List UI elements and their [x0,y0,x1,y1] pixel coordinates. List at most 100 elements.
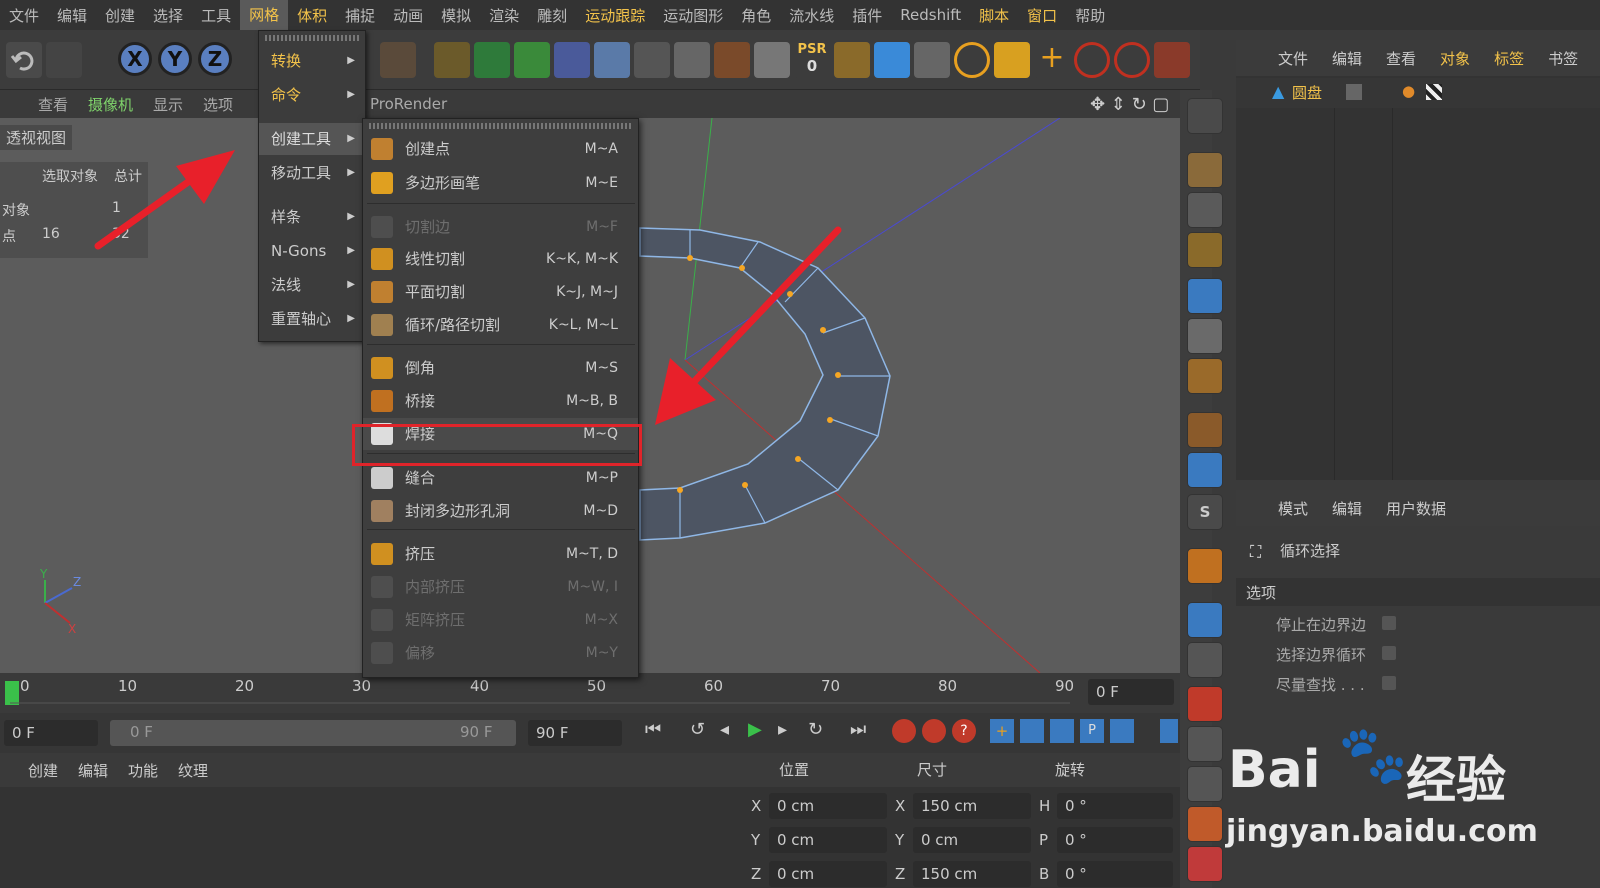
create-tool-item-2[interactable]: 切割边 M~F [363,211,638,243]
menu-14[interactable]: 角色 [732,5,780,26]
option-stop-at-boundary-checkbox[interactable] [1382,616,1396,630]
workplane-icon[interactable] [754,42,790,78]
deformer-icon[interactable] [554,42,590,78]
light-icon[interactable] [674,42,710,78]
key-scale-icon[interactable] [1020,719,1044,743]
menu-17[interactable]: Redshift [891,6,970,24]
texture-mode-icon[interactable] [1187,192,1223,228]
grid-lock-icon[interactable] [1187,602,1223,638]
floor-icon[interactable] [594,42,630,78]
create-tool-item-1[interactable]: 多边形画笔 M~E [363,167,638,199]
render-region-icon[interactable] [1187,686,1223,722]
points-mode-icon[interactable] [1187,278,1223,314]
create-tool-item-7[interactable]: 桥接 M~B, B [363,385,638,417]
snap-icon[interactable] [714,42,750,78]
menu-7[interactable]: 捕捉 [336,5,384,26]
loop-back-icon[interactable]: ↺ [690,719,705,740]
size-x-field[interactable]: 150 cm [913,793,1031,819]
om-tab-bookmarks[interactable]: 书签 [1536,48,1590,69]
menu-6[interactable]: 体积 [288,5,336,26]
key-rotate-icon[interactable] [1050,719,1074,743]
menu-20[interactable]: 帮助 [1066,5,1114,26]
cube-green-icon[interactable] [474,42,510,78]
om-tab-objects[interactable]: 对象 [1428,48,1482,69]
create-tool-item-5[interactable]: 循环/路径切割 K~L, M~L [363,309,638,341]
size-z-field[interactable]: 150 cm [913,861,1031,887]
mat-tab-create[interactable]: 创建 [18,760,68,781]
mat-tab-texture[interactable]: 纹理 [168,760,218,781]
create-tool-item-13[interactable]: 矩阵挤压 M~X [363,604,638,636]
viewport-menu-camera[interactable]: 摄像机 [78,94,143,115]
create-tool-item-3[interactable]: 线性切割 K~K, M~K [363,243,638,275]
menu-3[interactable]: 选择 [144,5,192,26]
render-view-icon[interactable] [380,42,416,78]
mesh-menu-item-2[interactable]: 创建工具 ▶ [259,123,365,155]
mesh-menu-item-7[interactable]: 重置轴心 ▶ [259,303,365,335]
menu-16[interactable]: 插件 [843,5,891,26]
mesh-menu-item-1[interactable]: 命令 ▶ [259,79,365,111]
range-slider[interactable]: 0 F 90 F [110,720,516,746]
live-select-icon[interactable] [1114,42,1150,78]
snap-s-icon[interactable]: S [1187,494,1223,530]
menu-8[interactable]: 动画 [384,5,432,26]
points-icon[interactable] [1154,42,1190,78]
create-tool-item-9[interactable]: 缝合 M~P [363,462,638,494]
model-mode-icon[interactable] [1187,152,1223,188]
magnet-icon[interactable] [1187,548,1223,584]
scale-icon[interactable] [994,42,1030,78]
option-select-boundary-loop-checkbox[interactable] [1382,646,1396,660]
create-tool-item-6[interactable]: 倒角 M~S [363,352,638,384]
submenu-tearoff-handle[interactable] [369,123,631,129]
option-greedy-search-checkbox[interactable] [1382,676,1396,690]
download-icon[interactable] [1187,726,1223,762]
axis-z-button[interactable]: Z [198,42,232,76]
rot-h-field[interactable]: 0 ° [1057,793,1173,819]
mat-tab-edit[interactable]: 编辑 [68,760,118,781]
menu-13[interactable]: 运动图形 [654,5,732,26]
move-icon[interactable]: + [1034,42,1070,78]
timeline[interactable]: 0 10 20 30 40 50 60 70 80 90 0 F [0,673,1180,713]
menu-2[interactable]: 创建 [96,5,144,26]
current-frame-field[interactable]: 0 F [1088,679,1174,705]
play-icon[interactable]: ▶ [748,719,762,740]
axis-mode-icon[interactable] [1187,412,1223,448]
menu-19[interactable]: 窗口 [1018,5,1066,26]
keyframe-help-icon[interactable]: ? [952,719,976,743]
menu-15[interactable]: 流水线 [780,5,843,26]
menu-1[interactable]: 编辑 [48,5,96,26]
pen-icon[interactable] [434,42,470,78]
menu-9[interactable]: 模拟 [432,5,480,26]
step-forward-icon[interactable]: ▸ [778,719,787,740]
object-row[interactable]: ▲ 圆盘 ● [1236,78,1600,108]
edges-mode-icon[interactable] [1187,318,1223,354]
om-tab-file[interactable]: 文件 [1266,48,1320,69]
object-name[interactable]: 圆盘 [1292,82,1322,103]
pos-z-field[interactable]: 0 cm [769,861,887,887]
workplane-mode-icon[interactable] [1187,232,1223,268]
om-tab-view[interactable]: 查看 [1374,48,1428,69]
pos-x-field[interactable]: 0 cm [769,793,887,819]
tweak-mode-icon[interactable] [1187,452,1223,488]
attr-tab-edit[interactable]: 编辑 [1320,498,1374,519]
undo-button[interactable] [6,42,42,78]
record-icon[interactable] [892,719,916,743]
checker-tag-icon[interactable] [1426,84,1442,100]
create-tool-item-10[interactable]: 封闭多边形孔洞 M~D [363,495,638,527]
size-y-field[interactable]: 0 cm [913,827,1031,853]
attr-tab-userdata[interactable]: 用户数据 [1374,498,1458,519]
attr-tab-mode[interactable]: 模式 [1266,498,1320,519]
swap-icon[interactable] [914,42,950,78]
key-param-icon[interactable]: P [1080,719,1104,743]
mesh-menu-item-3[interactable]: 移动工具 ▶ [259,157,365,189]
viewport-nav-icons[interactable]: ✥ ⇕ ↻ ▢ [1090,94,1169,115]
menu-11[interactable]: 雕刻 [528,5,576,26]
start-frame-field[interactable]: 0 F [4,720,98,746]
redo-button[interactable] [46,42,82,78]
viewport-menu-view[interactable]: 查看 [28,94,78,115]
viewport-menu-options[interactable]: 选项 [193,94,243,115]
end-frame-field[interactable]: 90 F [528,720,622,746]
axis-y-button[interactable]: Y [158,42,192,76]
mesh-menu-item-0[interactable]: 转换 ▶ [259,45,365,77]
mesh-menu-item-4[interactable]: 样条 ▶ [259,201,365,233]
box-icon[interactable] [1187,806,1223,842]
